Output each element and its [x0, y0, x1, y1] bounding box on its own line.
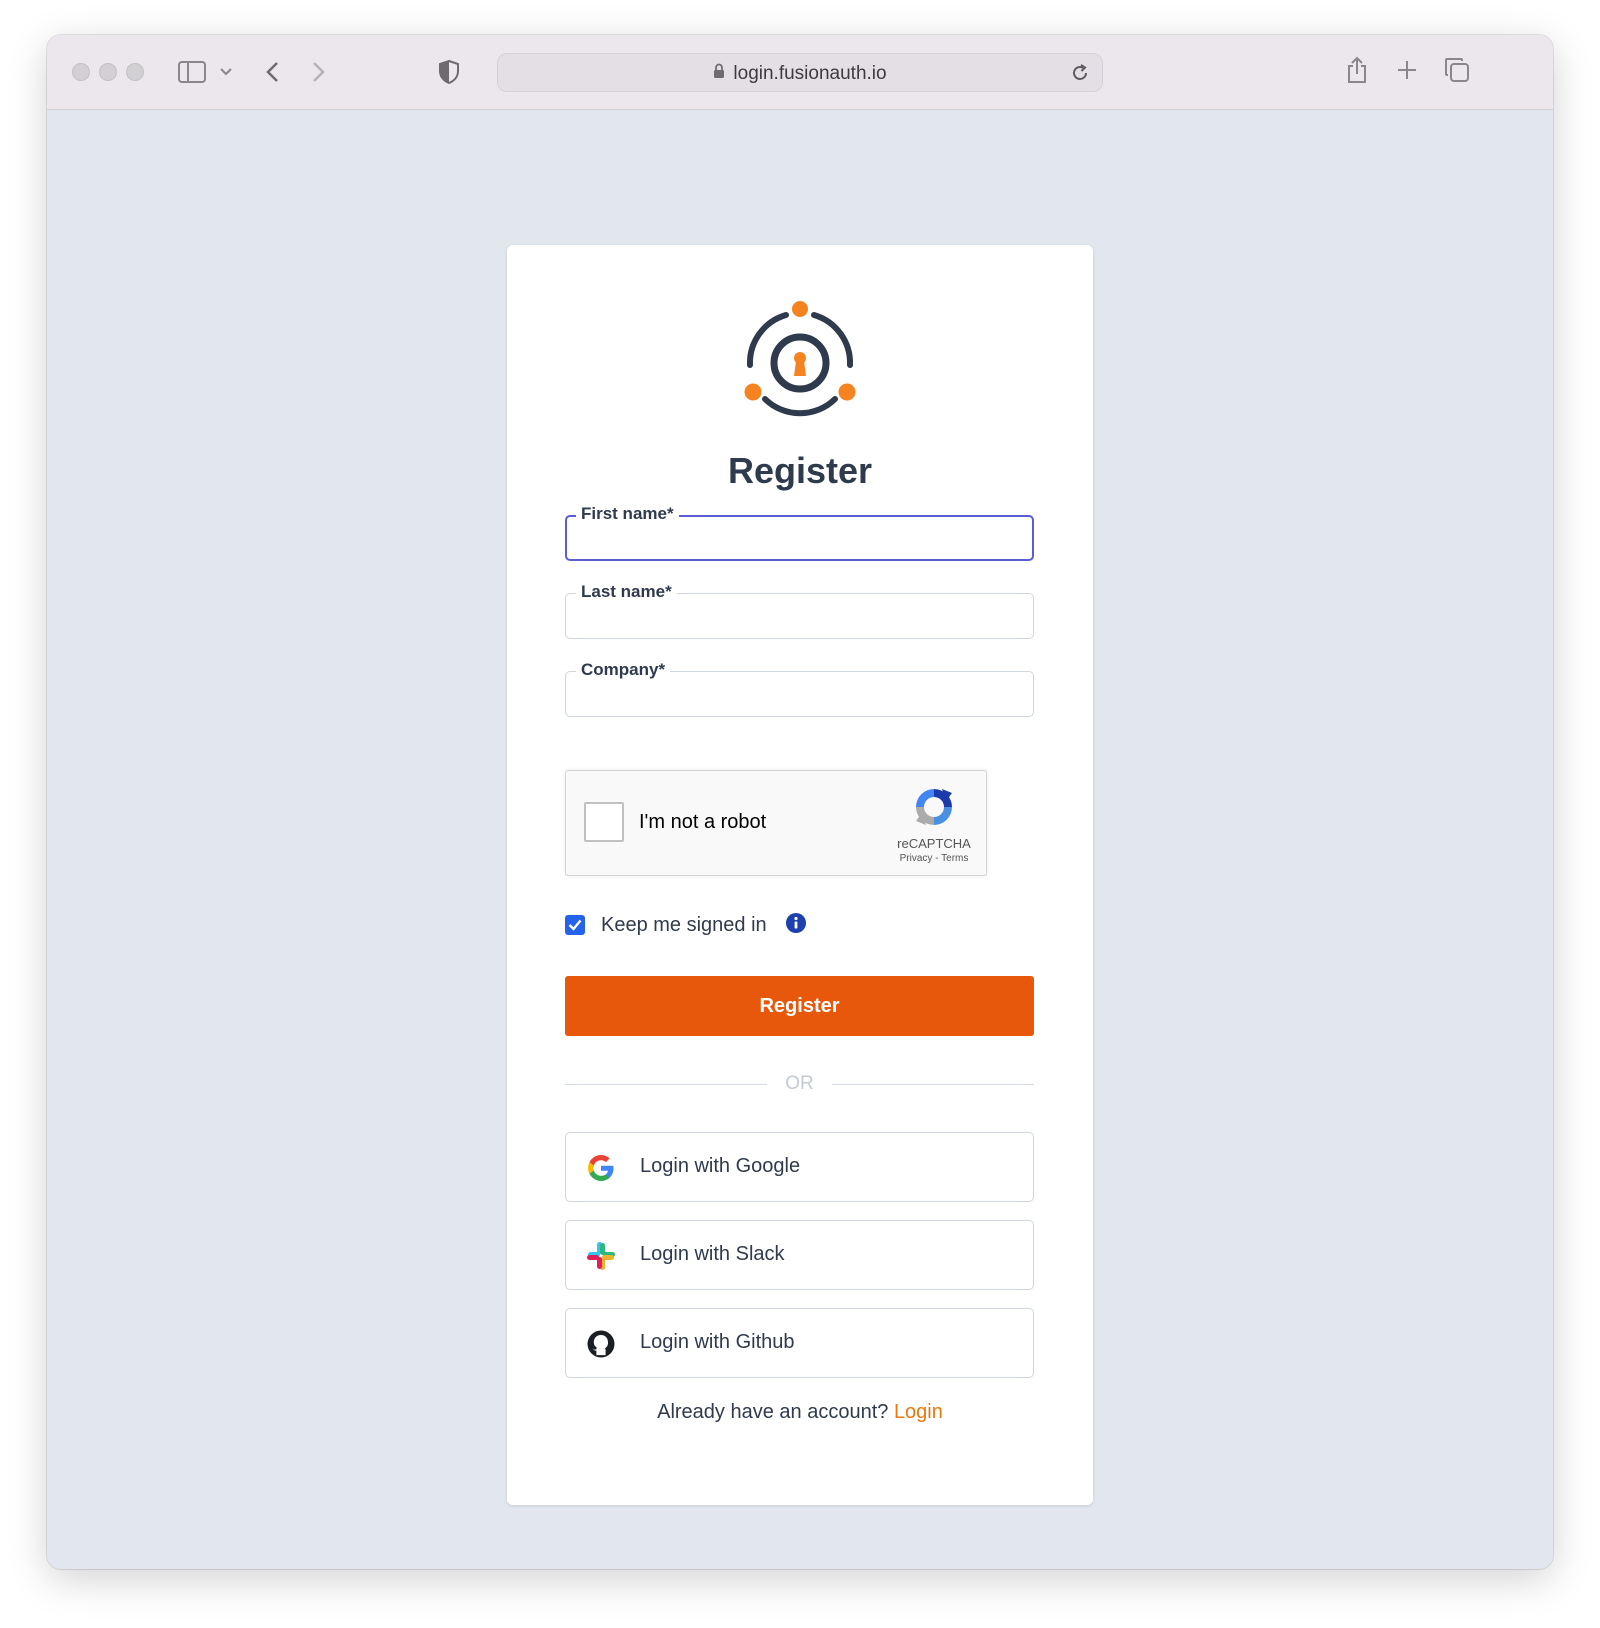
login-with-github-label: Login with Github — [640, 1331, 795, 1353]
back-arrow-icon[interactable] — [260, 57, 284, 87]
login-with-slack-label: Login with Slack — [640, 1243, 785, 1265]
github-icon — [587, 1330, 615, 1358]
last-name-field[interactable]: Last name* — [565, 581, 1034, 639]
login-with-github-button[interactable]: Login with Github — [565, 1308, 1034, 1378]
first-name-input[interactable] — [577, 523, 1017, 553]
login-link[interactable]: Login — [894, 1401, 943, 1423]
chevron-down-icon[interactable] — [217, 61, 235, 83]
close-window-button[interactable] — [72, 63, 90, 81]
recaptcha-widget: I'm not a robot reCAPTCHA Privacy - Term… — [565, 770, 987, 876]
google-icon — [588, 1155, 614, 1181]
lock-icon — [713, 63, 725, 85]
or-divider: OR — [565, 1072, 1034, 1096]
info-icon[interactable] — [785, 912, 806, 938]
recaptcha-checkbox[interactable] — [584, 802, 624, 842]
browser-toolbar: login.fusionauth.io — [47, 35, 1553, 110]
recaptcha-branding: reCAPTCHA Privacy - Terms — [891, 785, 977, 864]
browser-window: login.fusionauth.io Register First name*… — [47, 35, 1553, 1569]
address-bar[interactable]: login.fusionauth.io — [497, 53, 1103, 92]
forward-arrow-icon[interactable] — [307, 57, 331, 87]
minimize-window-button[interactable] — [99, 63, 117, 81]
recaptcha-label: I'm not a robot — [639, 811, 767, 833]
last-name-label: Last name* — [576, 581, 677, 603]
sidebar-toggle-icon[interactable] — [177, 57, 207, 87]
company-input[interactable] — [577, 679, 1017, 709]
page-content: Register First name* Last name* Company*… — [47, 111, 1553, 1569]
recaptcha-brand-name: reCAPTCHA — [897, 836, 971, 851]
privacy-shield-icon[interactable] — [437, 57, 461, 87]
page-title: Register — [727, 450, 873, 491]
login-with-google-label: Login with Google — [640, 1155, 801, 1177]
keep-signed-in-checkbox[interactable] — [565, 915, 585, 935]
reload-icon[interactable] — [1070, 63, 1090, 88]
company-field[interactable]: Company* — [565, 659, 1034, 717]
recaptcha-link-separator: - — [932, 853, 942, 864]
new-tab-icon[interactable] — [1392, 55, 1422, 85]
recaptcha-privacy-link[interactable]: Privacy — [900, 853, 933, 864]
recaptcha-terms-link[interactable]: Terms — [941, 853, 968, 864]
or-label: OR — [785, 1073, 814, 1094]
slack-icon — [587, 1242, 615, 1270]
login-prompt: Already have an account? Login — [507, 1401, 1093, 1424]
checkmark-icon — [568, 919, 582, 931]
register-card: Register First name* Last name* Company*… — [507, 245, 1093, 1505]
url-text: login.fusionauth.io — [733, 62, 887, 84]
keep-signed-in-row: Keep me signed in — [565, 910, 806, 940]
recaptcha-logo-icon — [916, 789, 952, 825]
fusionauth-logo-icon — [744, 301, 856, 417]
keep-signed-in-label[interactable]: Keep me signed in — [601, 914, 767, 937]
share-icon[interactable] — [1342, 53, 1372, 87]
company-label: Company* — [576, 659, 671, 681]
login-with-google-button[interactable]: Login with Google — [565, 1132, 1034, 1202]
login-with-slack-button[interactable]: Login with Slack — [565, 1220, 1034, 1290]
first-name-field[interactable]: First name* — [565, 503, 1034, 561]
last-name-input[interactable] — [577, 601, 1017, 631]
login-prompt-text: Already have an account? — [657, 1401, 894, 1423]
register-button[interactable]: Register — [565, 976, 1034, 1036]
first-name-label: First name* — [576, 503, 679, 525]
tab-overview-icon[interactable] — [1442, 55, 1472, 85]
zoom-window-button[interactable] — [126, 63, 144, 81]
